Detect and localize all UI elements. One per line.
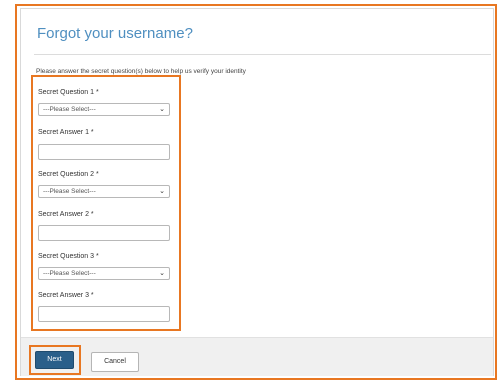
next-button-highlight: Next xyxy=(29,345,81,375)
secret-answer-2-input[interactable] xyxy=(38,225,170,241)
secret-answer-3-input[interactable] xyxy=(38,306,170,322)
form-footer: Next Cancel xyxy=(21,337,493,376)
title-divider xyxy=(34,54,491,55)
instructions-text: Please answer the secret question(s) bel… xyxy=(36,68,246,75)
secret-answer-2-label: Secret Answer 2 * xyxy=(38,211,94,218)
secret-question-2-value: ---Please Select--- xyxy=(43,188,96,195)
secret-question-1-value: ---Please Select--- xyxy=(43,106,96,113)
secret-question-3-value: ---Please Select--- xyxy=(43,270,96,277)
highlight-frame: Forgot your username? Please answer the … xyxy=(15,4,497,380)
secret-answer-1-label: Secret Answer 1 * xyxy=(38,129,94,136)
secret-answer-1-input[interactable] xyxy=(38,144,170,160)
forgot-username-panel: Forgot your username? Please answer the … xyxy=(20,8,494,376)
chevron-down-icon: ⌄ xyxy=(159,188,165,195)
secret-questions-highlight: Secret Question 1 * ---Please Select--- … xyxy=(31,75,181,331)
secret-question-1-select[interactable]: ---Please Select--- ⌄ xyxy=(38,103,170,116)
chevron-down-icon: ⌄ xyxy=(159,106,165,113)
secret-question-3-select[interactable]: ---Please Select--- ⌄ xyxy=(38,267,170,280)
secret-question-2-select[interactable]: ---Please Select--- ⌄ xyxy=(38,185,170,198)
next-button[interactable]: Next xyxy=(35,351,74,369)
secret-answer-3-label: Secret Answer 3 * xyxy=(38,292,94,299)
secret-question-2-label: Secret Question 2 * xyxy=(38,171,99,178)
chevron-down-icon: ⌄ xyxy=(159,270,165,277)
secret-question-3-label: Secret Question 3 * xyxy=(38,253,99,260)
page-title: Forgot your username? xyxy=(37,25,193,42)
secret-question-1-label: Secret Question 1 * xyxy=(38,89,99,96)
cancel-button[interactable]: Cancel xyxy=(91,352,139,372)
